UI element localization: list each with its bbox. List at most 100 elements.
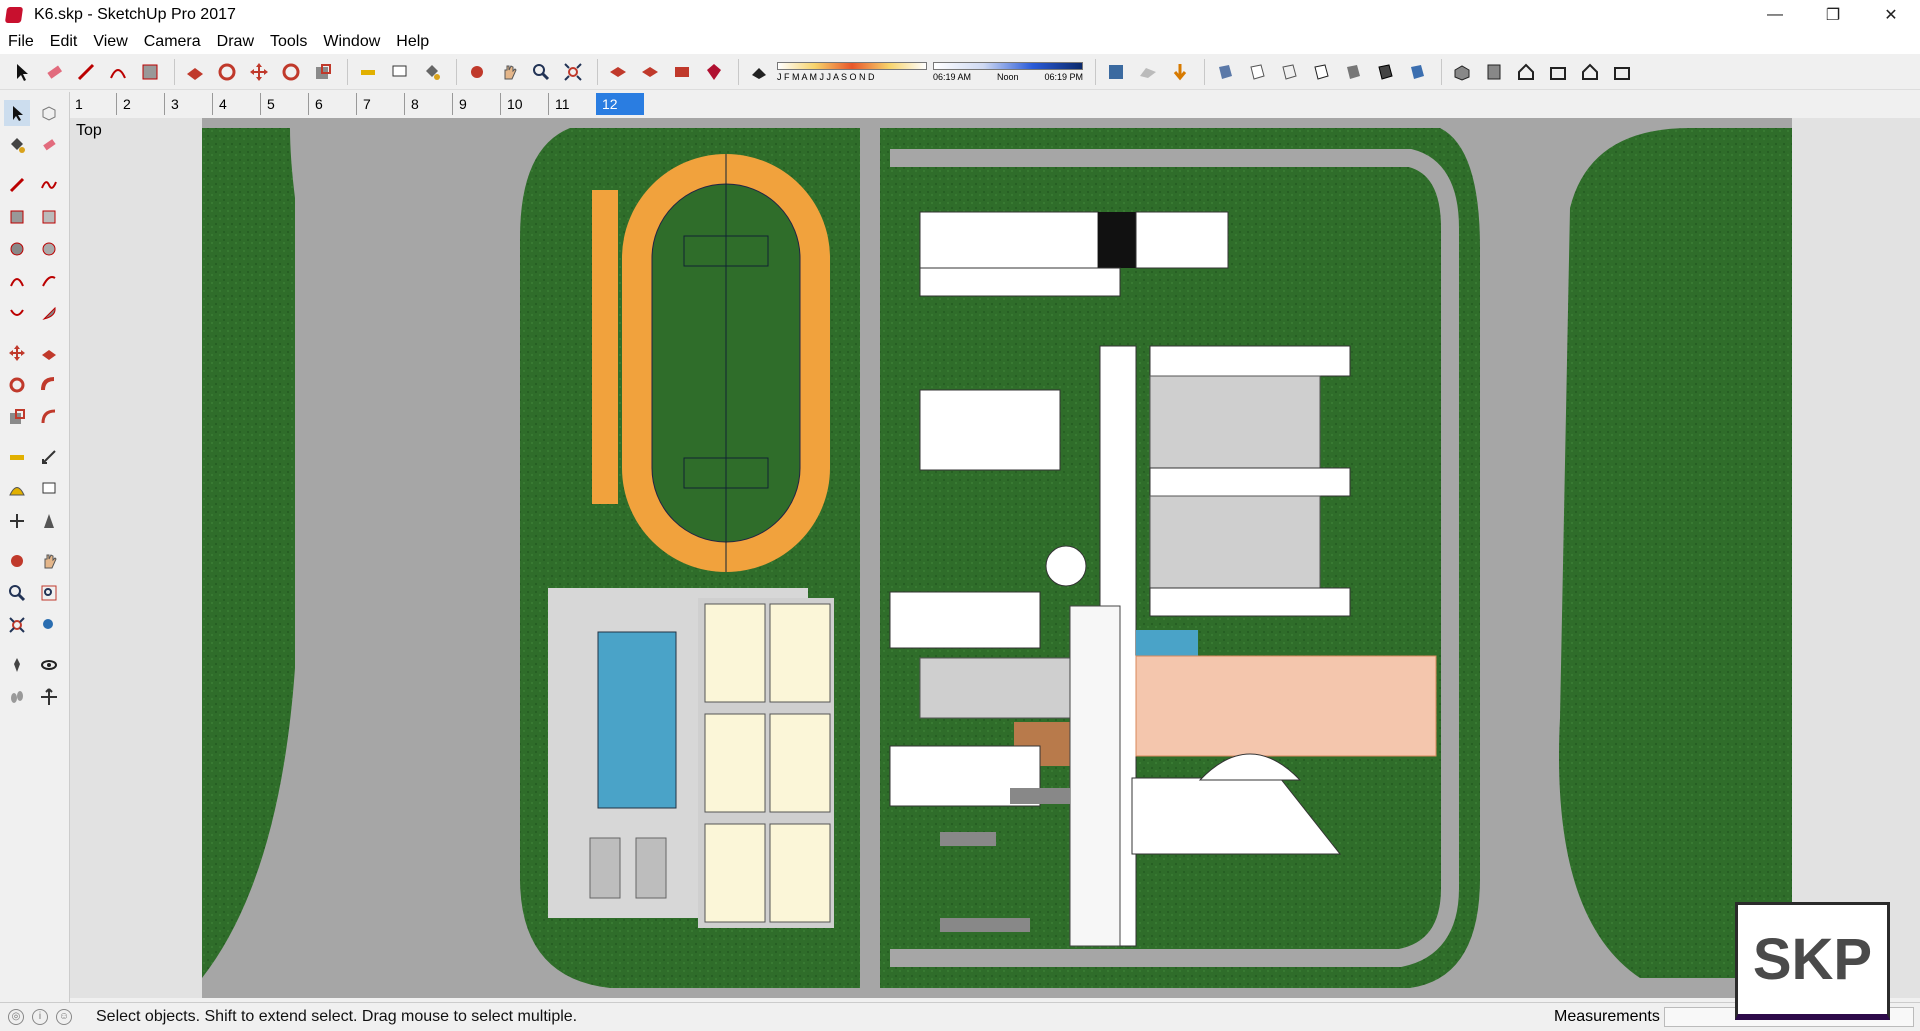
share-component-icon[interactable] — [668, 58, 696, 86]
scene-tab-9[interactable]: 9 — [452, 93, 500, 115]
two-point-arc-icon[interactable] — [36, 268, 62, 294]
line-tool-icon[interactable] — [72, 58, 100, 86]
scale-tool-icon[interactable] — [4, 404, 30, 430]
three-point-arc-icon[interactable] — [4, 300, 30, 326]
scene-tab-11[interactable]: 11 — [548, 93, 596, 115]
extension-warehouse-icon[interactable] — [700, 58, 728, 86]
freehand-tool-icon[interactable] — [36, 172, 62, 198]
position-camera-icon[interactable] — [4, 652, 30, 678]
rotated-rectangle-icon[interactable] — [36, 204, 62, 230]
credits-icon[interactable]: i — [32, 1008, 48, 1025]
scene-tab-2[interactable]: 2 — [116, 93, 164, 115]
shaded-style-icon[interactable] — [1339, 58, 1367, 86]
scene-tab-8[interactable]: 8 — [404, 93, 452, 115]
menu-camera[interactable]: Camera — [136, 33, 209, 51]
scene-tab-10[interactable]: 10 — [500, 93, 548, 115]
wireframe-style-icon[interactable] — [1275, 58, 1303, 86]
photo-textures-icon[interactable] — [1166, 58, 1194, 86]
zoom-extents-icon[interactable] — [4, 612, 30, 638]
arc-tool-icon[interactable] — [104, 58, 132, 86]
polygon-tool-icon[interactable] — [36, 236, 62, 262]
pan-icon[interactable] — [36, 548, 62, 574]
menu-file[interactable]: File — [0, 33, 42, 51]
share-model-icon[interactable] — [636, 58, 664, 86]
3d-text-icon[interactable] — [36, 508, 62, 534]
menu-window[interactable]: Window — [315, 33, 388, 51]
scene-tab-4[interactable]: 4 — [212, 93, 260, 115]
rectangle-tool-icon[interactable] — [4, 204, 30, 230]
top-view-icon[interactable] — [1480, 58, 1508, 86]
left-view-icon[interactable] — [1608, 58, 1636, 86]
back-view-icon[interactable] — [1576, 58, 1604, 86]
iso-view-icon[interactable] — [1448, 58, 1476, 86]
scene-tab-7[interactable]: 7 — [356, 93, 404, 115]
xray-style-icon[interactable] — [1211, 58, 1239, 86]
paint-bucket-icon[interactable] — [4, 132, 30, 158]
line-tool-icon[interactable] — [4, 172, 30, 198]
monochrome-style-icon[interactable] — [1403, 58, 1431, 86]
zoom-window-icon[interactable] — [36, 580, 62, 606]
push-pull-icon[interactable] — [181, 58, 209, 86]
eraser-tool-icon[interactable] — [36, 132, 62, 158]
protractor-icon[interactable] — [4, 476, 30, 502]
model-viewport[interactable]: Top — [70, 118, 1920, 998]
text-tool-icon[interactable] — [386, 58, 414, 86]
menu-help[interactable]: Help — [388, 33, 437, 51]
time-slider-track[interactable] — [933, 61, 1083, 70]
orbit-icon[interactable] — [4, 548, 30, 574]
scale-tool-icon[interactable] — [309, 58, 337, 86]
rotate-tool-icon[interactable] — [277, 58, 305, 86]
eraser-tool-icon[interactable] — [40, 58, 68, 86]
shadow-time-slider[interactable]: 06:19 AM Noon 06:19 PM — [933, 58, 1083, 86]
follow-me-icon[interactable] — [36, 372, 62, 398]
zoom-icon[interactable] — [527, 58, 555, 86]
pie-tool-icon[interactable] — [36, 300, 62, 326]
previous-view-icon[interactable] — [36, 612, 62, 638]
arc-tool-icon[interactable] — [4, 268, 30, 294]
scene-tab-6[interactable]: 6 — [308, 93, 356, 115]
menu-edit[interactable]: Edit — [42, 33, 86, 51]
look-around-icon[interactable] — [36, 652, 62, 678]
close-button[interactable]: ✕ — [1862, 0, 1920, 30]
right-view-icon[interactable] — [1544, 58, 1572, 86]
restore-button[interactable]: ❐ — [1804, 0, 1862, 30]
sign-in-icon[interactable]: ☺ — [56, 1008, 72, 1025]
hidden-line-style-icon[interactable] — [1307, 58, 1335, 86]
zoom-icon[interactable] — [4, 580, 30, 606]
shadow-date-slider[interactable]: J F M A M J J A S O N D — [777, 58, 927, 86]
date-slider-track[interactable] — [777, 61, 927, 70]
select-tool-icon[interactable] — [4, 100, 30, 126]
menu-view[interactable]: View — [85, 33, 135, 51]
push-pull-icon[interactable] — [36, 340, 62, 366]
menu-tools[interactable]: Tools — [262, 33, 315, 51]
text-tool-icon[interactable] — [36, 476, 62, 502]
rotate-tool-icon[interactable] — [4, 372, 30, 398]
orbit-icon[interactable] — [463, 58, 491, 86]
front-view-icon[interactable] — [1512, 58, 1540, 86]
menu-draw[interactable]: Draw — [209, 33, 262, 51]
scene-tab-12[interactable]: 12 — [596, 93, 644, 115]
follow-me-icon[interactable] — [213, 58, 241, 86]
warehouse-icon[interactable] — [604, 58, 632, 86]
move-tool-icon[interactable] — [4, 340, 30, 366]
add-location-icon[interactable] — [1102, 58, 1130, 86]
section-plane-icon[interactable] — [36, 684, 62, 710]
scene-tab-3[interactable]: 3 — [164, 93, 212, 115]
tape-measure-icon[interactable] — [354, 58, 382, 86]
back-edges-style-icon[interactable] — [1243, 58, 1271, 86]
minimize-button[interactable]: — — [1746, 0, 1804, 30]
scene-tab-1[interactable]: 1 — [68, 93, 116, 115]
axes-tool-icon[interactable] — [4, 508, 30, 534]
zoom-extents-icon[interactable] — [559, 58, 587, 86]
pan-icon[interactable] — [495, 58, 523, 86]
move-tool-icon[interactable] — [245, 58, 273, 86]
shaded-textures-style-icon[interactable] — [1371, 58, 1399, 86]
dimension-tool-icon[interactable] — [36, 444, 62, 470]
scene-tab-5[interactable]: 5 — [260, 93, 308, 115]
circle-tool-icon[interactable] — [4, 236, 30, 262]
make-component-icon[interactable] — [36, 100, 62, 126]
shape-tool-icon[interactable] — [136, 58, 164, 86]
paint-bucket-icon[interactable] — [418, 58, 446, 86]
shadows-toggle-icon[interactable] — [745, 58, 773, 86]
toggle-terrain-icon[interactable] — [1134, 58, 1162, 86]
